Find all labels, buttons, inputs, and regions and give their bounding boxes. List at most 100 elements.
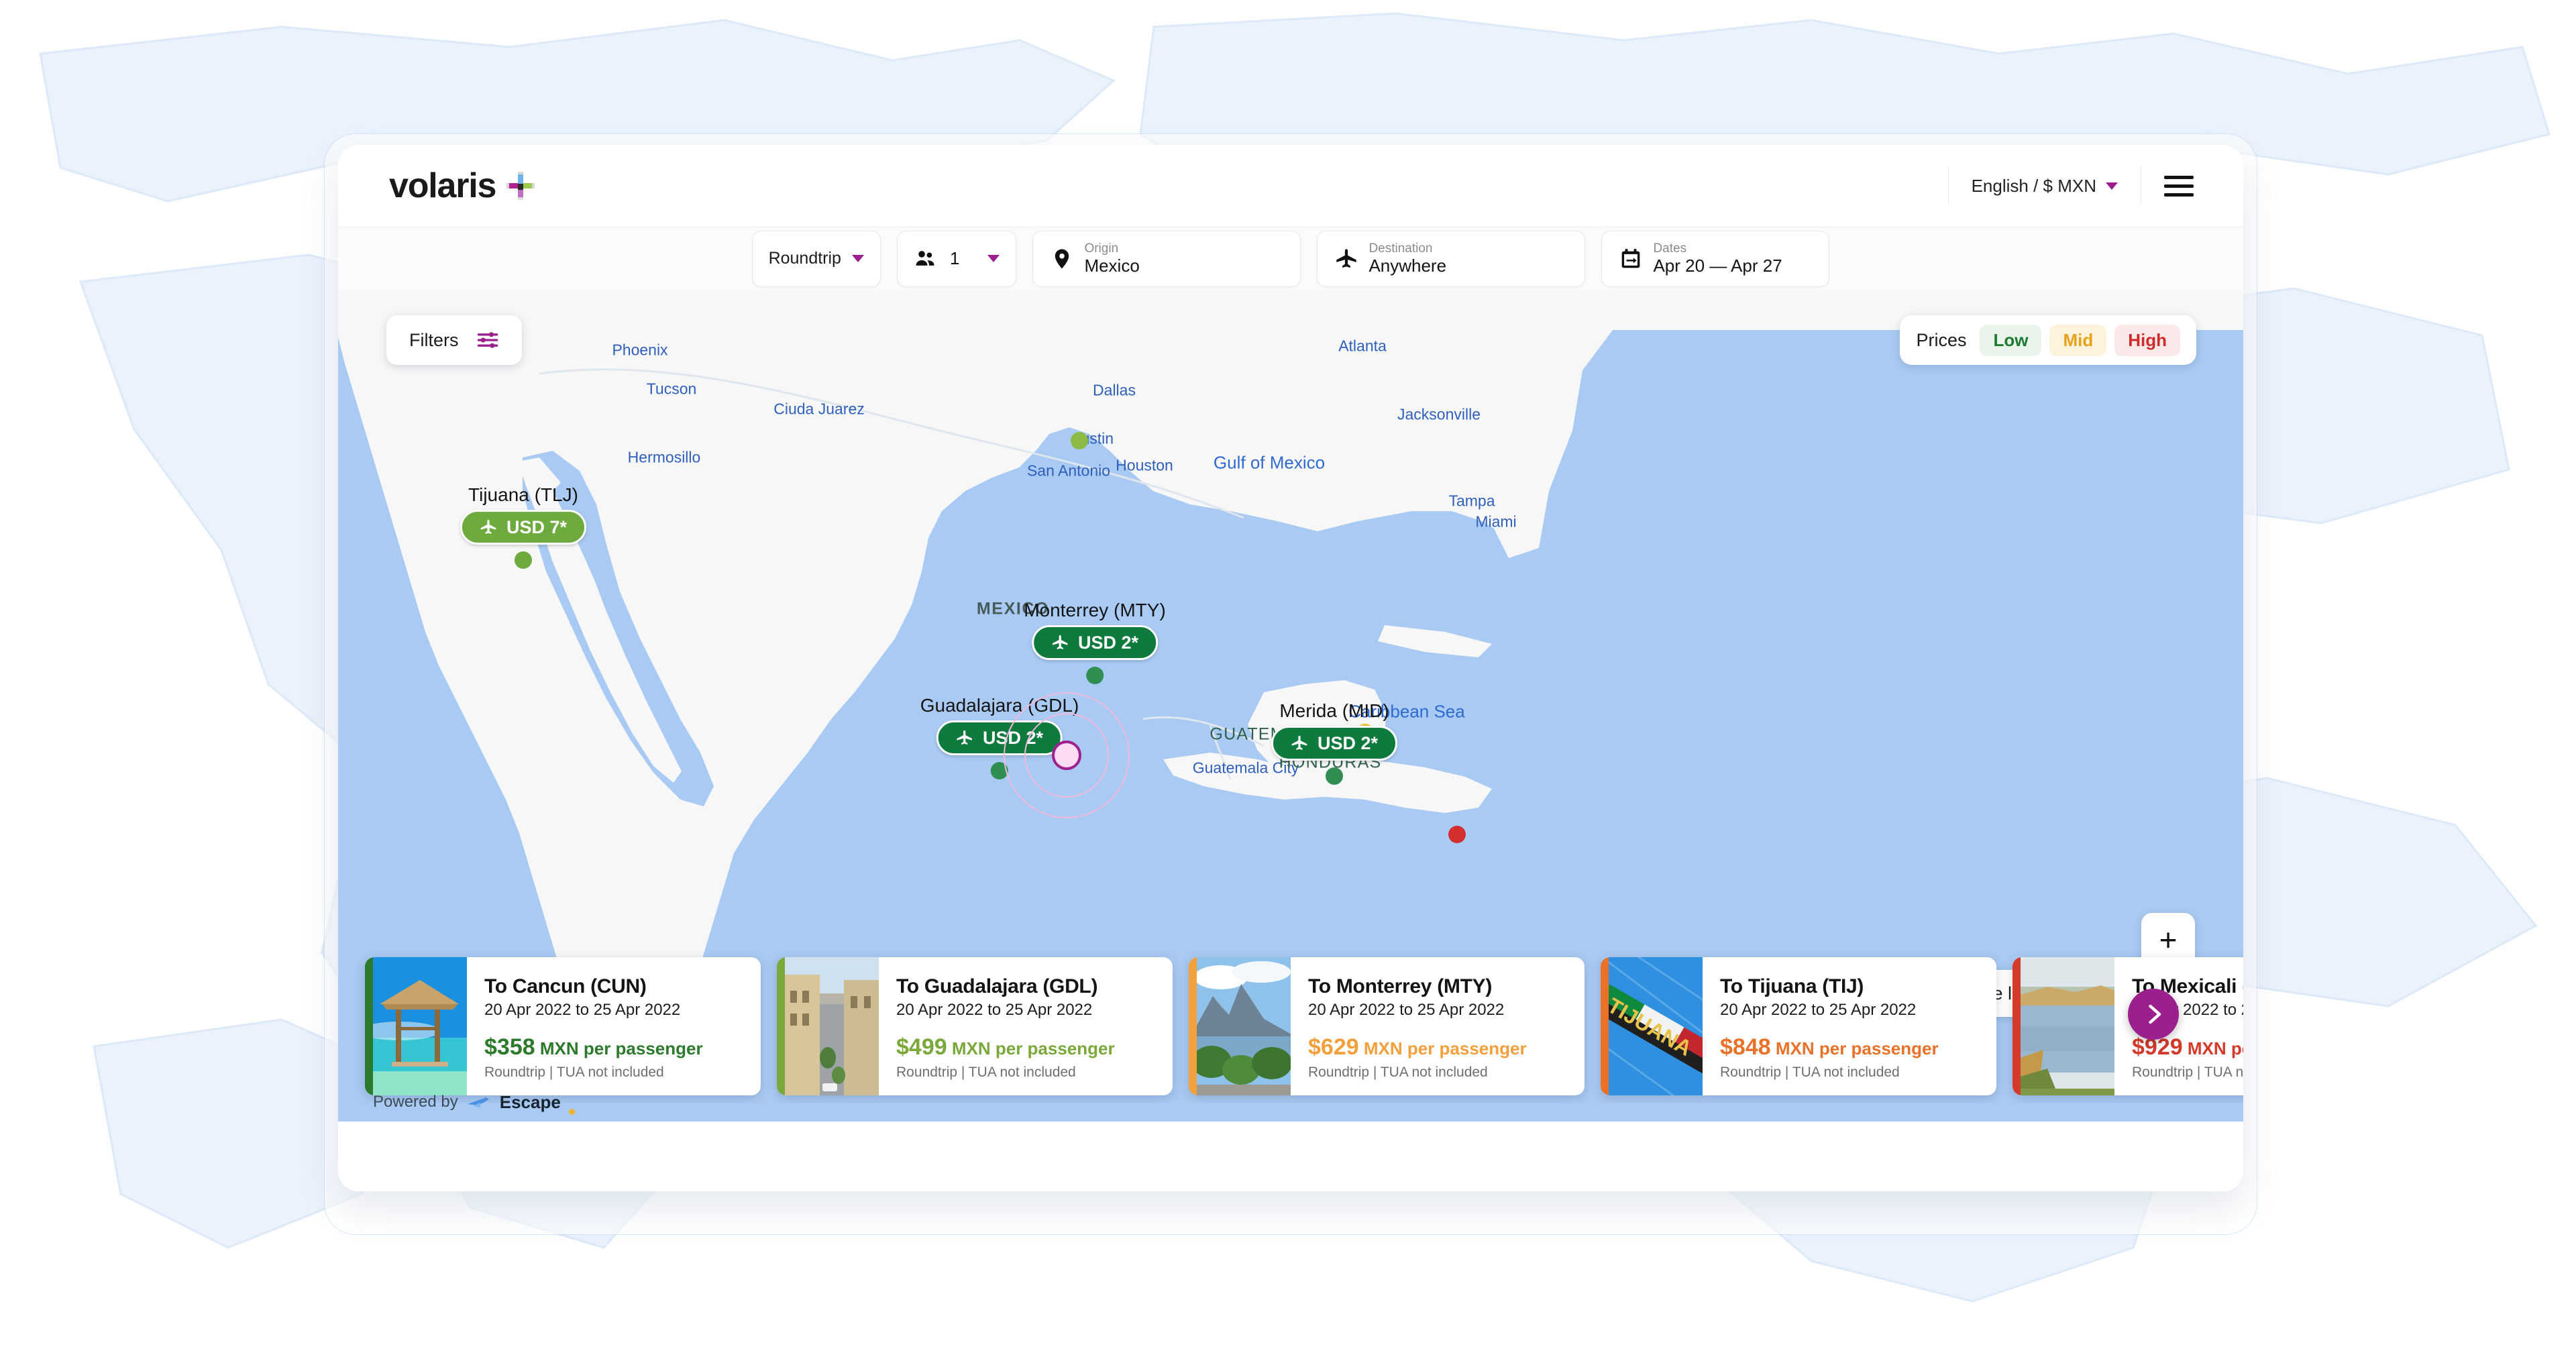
map-price-label: USD 2* — [1077, 632, 1139, 653]
card-price-unit: MXN per passenger — [2187, 1038, 2243, 1058]
card-meta: Roundtrip | TUA not included — [1308, 1064, 1488, 1080]
page-root: volaris English / $ MXN Roundtrip 1 Orig… — [0, 0, 2576, 1363]
origin-stack: Origin Mexico — [1084, 241, 1139, 275]
header-actions: English / $ MXN — [1947, 164, 2212, 207]
volaris-plus-mark-icon — [506, 172, 535, 200]
chevron-down-icon — [2106, 182, 2118, 190]
flight-result-card[interactable]: To Guadalajara (GDL) 20 Apr 2022 to 25 Ap… — [777, 957, 1173, 1095]
card-dates: 20 Apr 2022 to 25 Apr 2022 — [484, 1000, 681, 1019]
card-price-amount: $629 — [1308, 1034, 1359, 1060]
card-accent-bar — [777, 957, 785, 1095]
prices-legend-title: Prices — [1916, 329, 1967, 350]
filters-button[interactable]: Filters — [386, 315, 522, 365]
map-price-pill[interactable]: USD 7* — [460, 510, 587, 545]
hamburger-icon[interactable] — [2141, 175, 2212, 197]
price-level-chip[interactable]: Mid — [2049, 324, 2107, 356]
card-dates: 20 Apr 2022 to 25 Apr 2022 — [1720, 1000, 1917, 1019]
airplane-icon — [480, 519, 496, 534]
card-accent-bar — [1601, 957, 1609, 1095]
origin-value: Mexico — [1084, 255, 1140, 276]
flight-result-card[interactable]: To Monterrey (MTY) 20 Apr 2022 to 25 Apr … — [1189, 957, 1585, 1095]
brand-wordmark: volaris — [389, 166, 496, 205]
destination-field[interactable]: Destination Anywhere — [1317, 230, 1586, 287]
hamburger-bar — [2164, 175, 2194, 179]
map-canvas[interactable]: Phoenix Tucson Ciuda Juarez Hermosillo Dalla… — [338, 290, 2243, 1122]
card-price-amount: $358 — [484, 1034, 535, 1060]
price-level-chips: Low Mid High — [1980, 324, 2180, 356]
carousel-next-button[interactable] — [2128, 989, 2179, 1040]
chevron-down-icon — [987, 255, 1000, 262]
card-body: To Guadalajara (GDL) 20 Apr 2022 to 25 Ap… — [879, 957, 1173, 1095]
card-title: To Monterrey (MTY) — [1308, 975, 1493, 997]
map-price-label: USD 7* — [506, 516, 568, 537]
card-title: To Guadalajara (GDL) — [896, 975, 1098, 997]
app-header: volaris English / $ MXN — [338, 145, 2243, 227]
price-level-chip[interactable]: High — [2114, 324, 2180, 356]
hamburger-bar — [2164, 184, 2194, 188]
map-price-pill[interactable]: USD 2* — [1271, 726, 1398, 761]
map-destination-dot — [1085, 667, 1104, 684]
dates-stack: Dates Apr 20 — Apr 27 — [1653, 241, 1782, 275]
chevron-down-icon — [851, 255, 864, 262]
flight-result-card[interactable]: TIJUANA To Tijuana (TIJ) 20 Apr 2022 to 25… — [1601, 957, 1996, 1095]
destination-value: Anywhere — [1368, 255, 1447, 276]
map-destination-marker[interactable]: Tijuana (TLJ) USD 7* — [460, 484, 587, 569]
language-currency-selector[interactable]: English / $ MXN — [1949, 176, 2141, 197]
airplane-icon — [1291, 735, 1307, 750]
card-thumbnail — [373, 957, 467, 1095]
card-dates: 20 Apr 2022 to 25 Apr 2022 — [896, 1000, 1093, 1019]
card-thumbnail: TIJUANA — [1609, 957, 1703, 1095]
search-bar: Roundtrip 1 Origin Mexico Destination An… — [338, 227, 2243, 290]
card-dates: 20 Apr 2022 to 25 Apr 2022 — [1308, 1000, 1505, 1019]
destination-label: Destination — [1368, 241, 1433, 256]
card-meta: Roundtrip | TUA not included — [1720, 1064, 1900, 1080]
flight-result-card[interactable]: To Cancun (CUN) 20 Apr 2022 to 25 Apr 202… — [365, 957, 761, 1095]
card-thumbnail — [785, 957, 879, 1095]
map-destination-name: Tijuana (TLJ) — [468, 484, 578, 505]
price-level-chip[interactable]: Low — [1980, 324, 2042, 356]
calendar-icon — [1622, 248, 1640, 268]
card-price-unit: MXN per passenger — [1770, 1038, 1939, 1058]
map-price-pill[interactable]: USD 2* — [1031, 625, 1159, 660]
brand-logo[interactable]: volaris — [389, 166, 535, 206]
card-price: $499 MXN per passenger — [896, 1034, 1158, 1060]
people-icon — [916, 250, 934, 266]
card-price: $848 MXN per passenger — [1720, 1034, 1982, 1060]
airplane-icon — [957, 730, 973, 745]
card-thumbnail — [2021, 957, 2114, 1095]
map-price-dot[interactable] — [1071, 432, 1088, 449]
card-meta: Roundtrip | TUA not included — [484, 1064, 664, 1080]
card-title: To Cancun (CUN) — [484, 975, 647, 997]
dates-field[interactable]: Dates Apr 20 — Apr 27 — [1601, 230, 1830, 287]
hamburger-bar — [2164, 193, 2194, 197]
map-destination-marker[interactable]: Monterrey (MTY) USD 2* — [1024, 600, 1166, 684]
prices-legend: Prices Low Mid High — [1900, 315, 2196, 365]
flight-result-card[interactable]: To Mexicali (MXL)20 Apr 2022 to 25 Apr 2… — [2012, 957, 2243, 1095]
card-price-amount: $848 — [1720, 1034, 1771, 1060]
card-meta: Roundtrip | TUA not included — [2132, 1064, 2243, 1080]
map-destination-name: Merida (MID) — [1279, 700, 1389, 721]
card-thumbnail — [1197, 957, 1291, 1095]
trip-type-label: Roundtrip — [768, 249, 841, 268]
card-body: To Cancun (CUN) 20 Apr 2022 to 25 Apr 202… — [467, 957, 761, 1095]
card-accent-bar — [2012, 957, 2021, 1095]
map-price-dot[interactable] — [1448, 826, 1466, 843]
dates-value: Apr 20 — Apr 27 — [1653, 255, 1782, 276]
card-price-unit: MXN per passenger — [1358, 1038, 1527, 1058]
origin-label: Origin — [1084, 241, 1119, 256]
origin-field[interactable]: Origin Mexico — [1032, 230, 1301, 287]
language-currency-label: English / $ MXN — [1971, 175, 2096, 196]
trip-type-select[interactable]: Roundtrip — [751, 230, 881, 287]
passengers-select[interactable]: 1 — [896, 230, 1017, 287]
card-price: $358 MXN per passenger — [484, 1034, 746, 1060]
map-destination-marker[interactable]: Merida (MID) USD 2* — [1271, 700, 1398, 785]
card-price-unit: MXN per passenger — [947, 1038, 1115, 1058]
card-body: To Tijuana (TIJ) 20 Apr 2022 to 25 Apr 20… — [1703, 957, 1996, 1095]
map-destination-dot — [515, 551, 532, 569]
card-price-amount: $499 — [896, 1034, 947, 1060]
map-price-label: USD 2* — [1317, 732, 1379, 753]
card-price-unit: MXN per passenger — [535, 1038, 703, 1058]
results-carousel[interactable]: To Cancun (CUN) 20 Apr 2022 to 25 Apr 202… — [338, 950, 2243, 1103]
card-title: To Tijuana (TIJ) — [1720, 975, 1864, 997]
origin-core-dot — [1052, 741, 1081, 770]
